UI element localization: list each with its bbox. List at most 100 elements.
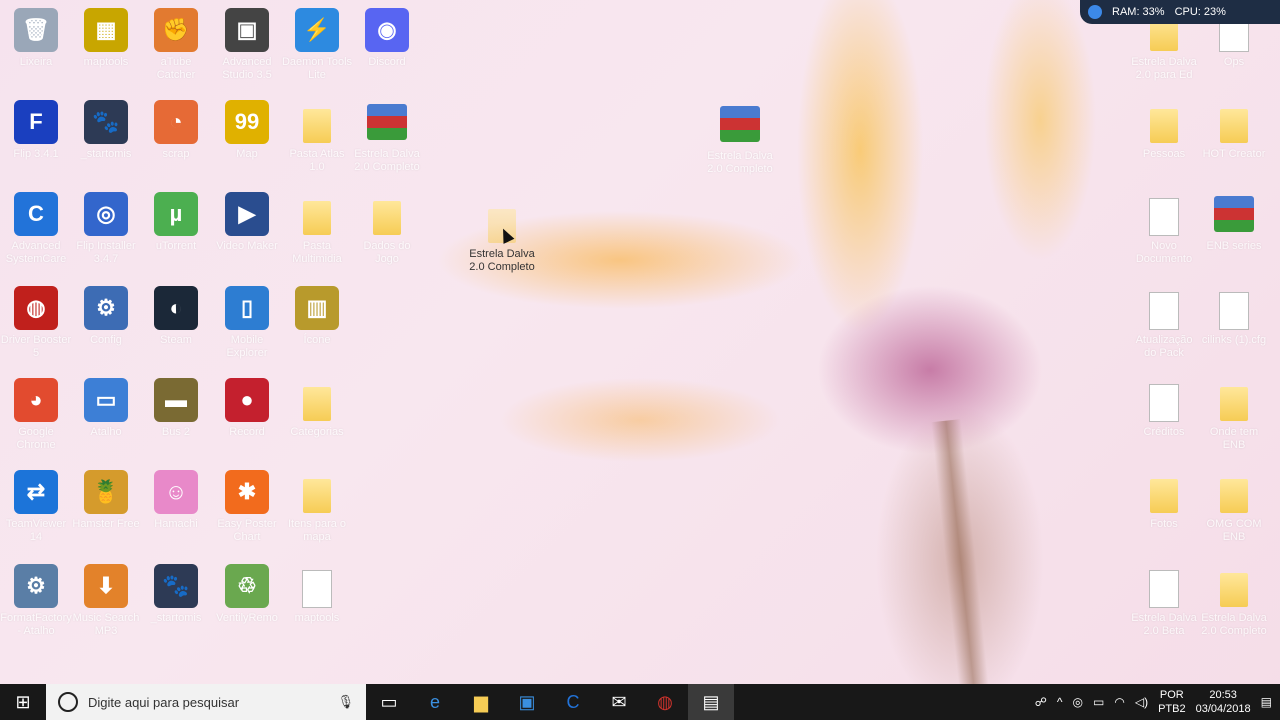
app-icon: ▦ <box>84 8 128 52</box>
desktop-icon-label: HOT Creator <box>1202 148 1266 160</box>
wifi-icon[interactable]: ◠ <box>1114 695 1124 709</box>
clock[interactable]: 20:53 03/04/2018 <box>1196 688 1251 716</box>
desktop-icon[interactable]: ▦ maptools <box>70 4 142 92</box>
desktop-icon[interactable]: cilinks (1).cfg <box>1198 282 1270 370</box>
mail-button[interactable]: ✉ <box>596 684 642 720</box>
desktop-icon[interactable]: ▥ Ícone <box>281 282 353 370</box>
desktop-icon[interactable]: ▬ Bus 2 <box>140 374 212 462</box>
desktop-icon[interactable]: ◎ Flip Installer 3.4.7 <box>70 188 142 276</box>
desktop-icon[interactable]: ● Record <box>211 374 283 462</box>
desktop-icon[interactable]: ⚙ Config <box>70 282 142 370</box>
desktop-icon[interactable]: Dados do Jogo <box>351 188 423 276</box>
desktop-icon[interactable]: 🐾 _startomis <box>140 560 212 648</box>
doc-icon <box>1142 564 1186 608</box>
desktop-icon[interactable]: Novo Documento <box>1128 188 1200 276</box>
desktop-icon[interactable]: ✊ aTube Catcher <box>140 4 212 92</box>
desktop-icon[interactable]: µ uTorrent <box>140 188 212 276</box>
desktop-icon[interactable]: Créditos <box>1128 374 1200 462</box>
desktop-icon-label: Categorias <box>290 426 344 438</box>
taskbar: ⊞ Digite aqui para pesquisar 🎙 ▭ e ▆ ▣ C… <box>0 684 1280 720</box>
app-icon: ▶ <box>225 192 269 236</box>
app-icon: ⬇ <box>84 564 128 608</box>
desktop-icon[interactable]: ENB series <box>1198 188 1270 276</box>
desktop-icon[interactable]: OMG COM ENB <box>1198 466 1270 554</box>
desktop-icon[interactable]: 🐾 _startomis <box>70 96 142 184</box>
volume-icon[interactable]: ◁) <box>1135 695 1148 709</box>
desktop-icon[interactable]: Onde tem ENB <box>1198 374 1270 462</box>
desktop-icon[interactable]: maptools <box>281 560 353 648</box>
desktop-icon[interactable]: ▯ Mobile Explorer <box>211 282 283 370</box>
chevron-up-icon[interactable]: ^ <box>1057 695 1063 709</box>
desktop-icon[interactable]: Categorias <box>281 374 353 462</box>
driver-booster-button[interactable]: ◍ <box>642 684 688 720</box>
desktop-icon-label: Estrela Dalva 2.0 Beta <box>1131 612 1197 637</box>
desktop-icon-label: Record <box>229 426 265 438</box>
desktop-icon-label: Driver Booster 5 <box>0 334 72 359</box>
desktop-icon[interactable]: Estrela Dalva 2.0 Completo <box>351 96 423 184</box>
desktop-icon-label: Pasta Atlas 1.0 <box>289 148 345 173</box>
desktop-icon-label: Hamster Free <box>72 518 140 530</box>
desktop-icon[interactable]: C Advanced SystemCare <box>0 188 72 276</box>
doc-icon <box>1142 286 1186 330</box>
folder-icon <box>1212 564 1256 608</box>
battery-icon[interactable]: ▭ <box>1093 695 1104 709</box>
start-button[interactable]: ⊞ <box>0 684 46 720</box>
rar-icon <box>1212 192 1256 236</box>
network-status-icon[interactable]: ◎ <box>1073 695 1083 709</box>
desktop-icon[interactable]: ◔ scrap <box>140 96 212 184</box>
desktop-icon[interactable]: ◉ Discord <box>351 4 423 92</box>
desktop-icon-label: Music Search MP3 <box>72 612 140 637</box>
desktop-icon-label: Dados do Jogo <box>363 240 411 265</box>
desktop-icon-label: Ops <box>1223 56 1245 68</box>
folder-icon: ▆ <box>474 691 488 712</box>
doc-icon <box>1142 378 1186 422</box>
desktop-icon[interactable]: ▣ Advanced Studio 3.5 <box>211 4 283 92</box>
app-icon: ♲ <box>225 564 269 608</box>
systemcare-icon: C <box>566 691 580 712</box>
desktop-icon-label: Flip Installer 3.4.7 <box>76 240 136 265</box>
language-indicator[interactable]: POR PTB2 <box>1158 688 1186 716</box>
desktop-icon[interactable]: ◐ Steam <box>140 282 212 370</box>
microphone-icon[interactable]: 🎙 <box>337 694 354 710</box>
performance-widget[interactable]: RAM: 33% CPU: 23% <box>1080 0 1280 24</box>
desktop-icon[interactable]: ⚡ Daemon Tools Lite <box>281 4 353 92</box>
desktop-icon[interactable]: HOT Creator <box>1198 96 1270 184</box>
desktop-icon[interactable]: ◍ Driver Booster 5 <box>0 282 72 370</box>
ram-usage: RAM: 33% <box>1112 6 1165 18</box>
desktop-icon[interactable]: Itens para o mapa <box>281 466 353 554</box>
desktop-icon[interactable]: F Flip 3.4.1 <box>0 96 72 184</box>
desktop-icon[interactable]: Pasta Multimidia <box>281 188 353 276</box>
desktop-icon[interactable]: Estrela Dalva 2.0 Beta <box>1128 560 1200 648</box>
desktop-icon[interactable]: 🗑 Lixeira <box>0 4 72 92</box>
desktop-icon[interactable]: Fotos <box>1128 466 1200 554</box>
desktop-icon[interactable]: ⚙ FormatFactory - Atalho <box>0 560 72 648</box>
desktop-icon[interactable]: ▭ Atalho <box>70 374 142 462</box>
desktop-icon[interactable]: ◕ Google Chrome <box>0 374 72 462</box>
desktop-icon[interactable]: 🍍 Hamster Free <box>70 466 142 554</box>
edge-button[interactable]: e <box>412 684 458 720</box>
notepad-button[interactable]: ▤ <box>688 684 734 720</box>
desktop-icon[interactable]: ⇄ TeamViewer 14 <box>0 466 72 554</box>
desktop-icon[interactable]: Atualização do Pack <box>1128 282 1200 370</box>
desktop-icon-label: Pessoas <box>1142 148 1186 160</box>
desktop-icon[interactable]: Estrela Dalva 2.0 Completo <box>1198 560 1270 648</box>
center-rar-file[interactable]: Estrela Dalva 2.0 Completo <box>704 98 776 186</box>
desktop-icon[interactable]: ☺ Hamachi <box>140 466 212 554</box>
systemcare-button[interactable]: C <box>550 684 596 720</box>
desktop-icon[interactable]: ♲ VentilyRemo <box>211 560 283 648</box>
people-icon[interactable]: ☍ <box>1035 695 1047 709</box>
desktop-icon[interactable]: Pessoas <box>1128 96 1200 184</box>
desktop-icon[interactable]: ✱ Easy Poster Chart <box>211 466 283 554</box>
search-box[interactable]: Digite aqui para pesquisar 🎙 <box>46 684 366 720</box>
task-view-button[interactable]: ▭ <box>366 684 412 720</box>
notification-icon[interactable]: ▤ <box>1261 695 1272 709</box>
file-explorer-button[interactable]: ▆ <box>458 684 504 720</box>
desktop-icon[interactable]: Pasta Atlas 1.0 <box>281 96 353 184</box>
app-icon: ◐ <box>154 286 198 330</box>
desktop-icon[interactable]: 99 Map <box>211 96 283 184</box>
store-button[interactable]: ▣ <box>504 684 550 720</box>
desktop-icon-label: Advanced SystemCare <box>5 240 67 265</box>
app-icon: ◉ <box>365 8 409 52</box>
desktop-icon[interactable]: ⬇ Music Search MP3 <box>70 560 142 648</box>
desktop-icon[interactable]: ▶ Video Maker <box>211 188 283 276</box>
